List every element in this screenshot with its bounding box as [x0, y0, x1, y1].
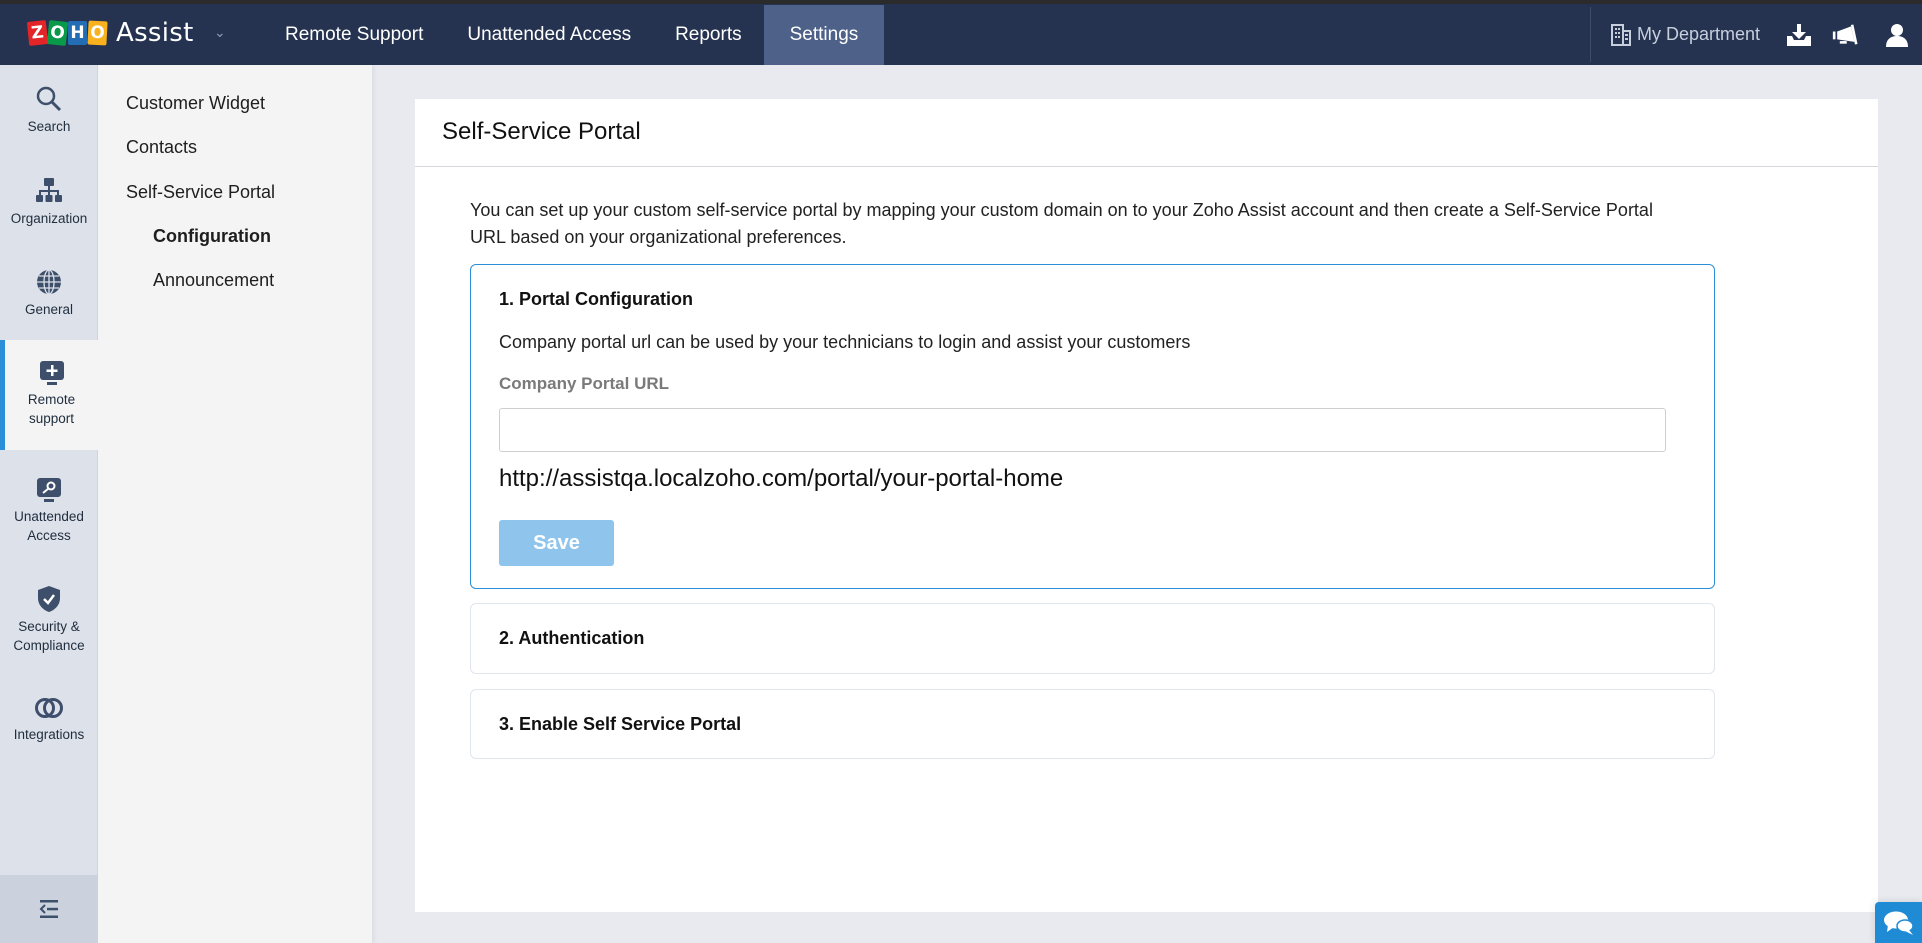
sidebar-item-unattended-access[interactable]: Unattended Access	[0, 477, 98, 545]
product-switcher-chevron-icon[interactable]: ⌄	[214, 24, 226, 41]
integrations-icon	[35, 698, 63, 718]
monitor-plus-icon	[39, 361, 64, 385]
sidebar-item-label: Organization	[10, 211, 88, 226]
nav-remote-support[interactable]: Remote Support	[263, 5, 445, 65]
settings-subnav: Customer Widget Contacts Self-Service Po…	[98, 65, 373, 943]
page-description: You can set up your custom self-service …	[470, 200, 1653, 247]
portal-url-preview: http://assistqa.localzoho.com/portal/you…	[499, 465, 1064, 492]
top-bar: ZOHO Assist ⌄ Remote Support Unattended …	[0, 0, 1922, 65]
subnav-self-service-portal[interactable]: Self-Service Portal	[126, 182, 275, 203]
sidebar-item-security-compliance[interactable]: Security & Compliance	[0, 585, 98, 655]
nav-reports[interactable]: Reports	[653, 5, 764, 65]
settings-sidebar: Search Organization General Remote suppo…	[0, 65, 98, 943]
panel-title[interactable]: 3. Enable Self Service Portal	[499, 714, 741, 735]
panel-title[interactable]: 1. Portal Configuration	[499, 289, 693, 310]
org-chart-icon	[36, 178, 62, 202]
sidebar-item-label: General	[24, 302, 74, 317]
brand-name: Assist	[116, 18, 194, 48]
collapse-sidebar-button[interactable]	[0, 875, 98, 943]
authentication-panel[interactable]: 2. Authentication	[470, 603, 1715, 674]
panel-description: Company portal url can be used by your t…	[499, 332, 1191, 352]
company-portal-url-label: Company Portal URL	[499, 374, 670, 393]
sidebar-item-label: Integrations	[13, 727, 85, 742]
sidebar-item-label: Unattended Access	[14, 509, 84, 543]
sidebar-item-search[interactable]: Search	[0, 85, 98, 136]
chat-bubbles-icon	[1883, 911, 1914, 935]
top-right-tools: My Department	[1589, 4, 1922, 65]
subnav-customer-widget[interactable]: Customer Widget	[126, 93, 265, 114]
main-nav: Remote Support Unattended Access Reports…	[263, 5, 885, 65]
divider	[415, 166, 1878, 167]
sidebar-item-general[interactable]: General	[0, 268, 98, 319]
user-icon[interactable]	[1884, 22, 1910, 48]
subnav-announcement[interactable]: Announcement	[153, 270, 274, 291]
department-selector[interactable]: My Department	[1610, 23, 1760, 46]
collapse-menu-icon	[39, 900, 58, 918]
sidebar-item-label: Security & Compliance	[13, 619, 85, 653]
sidebar-item-label: Remote support	[27, 392, 76, 426]
sidebar-item-label: Search	[27, 119, 71, 134]
nav-settings[interactable]: Settings	[763, 5, 885, 65]
zoho-logo-icon: ZOHO	[26, 20, 108, 46]
download-icon[interactable]	[1786, 22, 1812, 48]
subnav-contacts[interactable]: Contacts	[126, 137, 197, 158]
page-title: Self-Service Portal	[442, 118, 641, 145]
sidebar-item-remote-support[interactable]: Remote support	[0, 340, 98, 450]
shield-check-icon	[38, 586, 60, 612]
main-content: Self-Service Portal You can set up your …	[415, 99, 1878, 912]
divider	[1589, 7, 1591, 62]
app-logo[interactable]: ZOHO Assist	[26, 18, 194, 48]
globe-icon	[37, 269, 61, 295]
portal-configuration-panel: 1. Portal Configuration Company portal u…	[470, 264, 1715, 589]
subnav-configuration[interactable]: Configuration	[153, 226, 271, 247]
megaphone-icon[interactable]	[1832, 22, 1858, 48]
chat-button[interactable]	[1875, 902, 1922, 943]
search-icon	[36, 86, 62, 112]
sidebar-item-integrations[interactable]: Integrations	[0, 695, 98, 744]
building-icon	[1610, 23, 1631, 46]
enable-self-service-portal-panel[interactable]: 3. Enable Self Service Portal	[470, 689, 1715, 759]
nav-unattended-access[interactable]: Unattended Access	[445, 5, 653, 65]
company-portal-url-input[interactable]	[499, 408, 1666, 452]
panel-title[interactable]: 2. Authentication	[499, 628, 644, 649]
save-button[interactable]: Save	[499, 520, 614, 566]
monitor-key-icon	[37, 478, 61, 502]
department-name: My Department	[1636, 24, 1760, 44]
sidebar-item-organization[interactable]: Organization	[0, 177, 98, 228]
